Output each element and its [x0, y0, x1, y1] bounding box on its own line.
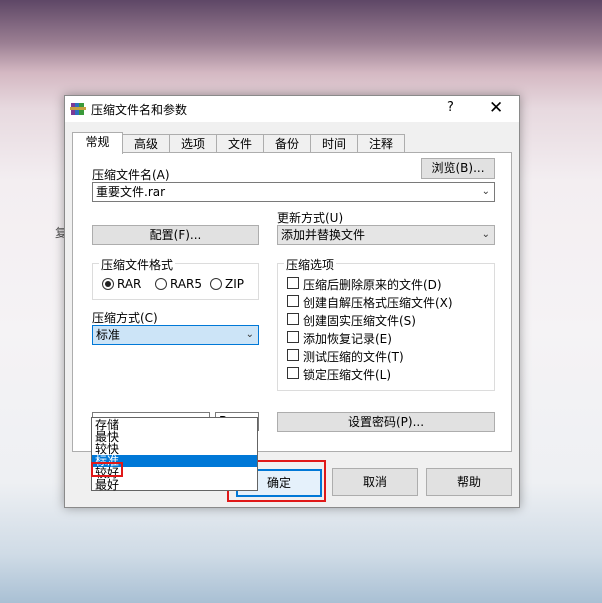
option-sfx-checkbox[interactable]	[287, 295, 299, 307]
radio-rar[interactable]	[102, 278, 114, 290]
method-select[interactable]: 标准 ⌄	[92, 325, 259, 345]
tab-advanced[interactable]: 高级	[122, 134, 170, 153]
option-recovery-checkbox[interactable]	[287, 331, 299, 343]
tab-comment[interactable]: 注释	[357, 134, 405, 153]
set-password-button[interactable]: 设置密码(P)...	[277, 412, 495, 432]
help-button[interactable]: 帮助	[426, 468, 512, 496]
option-delete-checkbox[interactable]	[287, 277, 299, 289]
general-panel: 压缩文件名(A) 浏览(B)... 重要文件.rar ⌄ 更新方式(U) 配置(…	[72, 152, 512, 452]
update-mode-select[interactable]: 添加并替换文件 ⌄	[277, 225, 495, 245]
tab-backup[interactable]: 备份	[263, 134, 311, 153]
fastest-highlight-annotation	[91, 462, 123, 477]
update-mode-label: 更新方式(U)	[277, 211, 344, 225]
chevron-down-icon[interactable]: ⌄	[246, 326, 254, 344]
title-bar[interactable]: 压缩文件名和参数 ? ✕	[65, 96, 519, 122]
option-lock-checkbox[interactable]	[287, 367, 299, 379]
chevron-down-icon[interactable]: ⌄	[482, 226, 490, 244]
radio-rar5[interactable]	[155, 278, 167, 290]
help-icon[interactable]: ?	[447, 100, 454, 115]
format-group-title: 压缩文件格式	[99, 256, 176, 273]
window-title: 压缩文件名和参数	[91, 103, 188, 117]
cancel-button[interactable]: 取消	[332, 468, 418, 496]
archive-name-value: 重要文件.rar	[96, 185, 166, 199]
option-lock-label: 锁定压缩文件(L)	[303, 368, 392, 382]
option-recovery-label: 添加恢复记录(E)	[303, 332, 392, 346]
winrar-books-icon	[70, 103, 86, 115]
tab-options[interactable]: 选项	[169, 134, 217, 153]
method-dropdown-list: 存储 最快 较快 标准 较好 最好	[91, 417, 258, 491]
option-solid-label: 创建固实压缩文件(S)	[303, 314, 416, 328]
browse-button[interactable]: 浏览(B)...	[421, 158, 495, 179]
options-group-title: 压缩选项	[284, 256, 337, 273]
radio-rar5-label: RAR5	[170, 277, 203, 291]
method-label: 压缩方式(C)	[92, 311, 158, 325]
option-solid-checkbox[interactable]	[287, 313, 299, 325]
archive-dialog: 压缩文件名和参数 ? ✕ 常规 高级 选项 文件 备份 时间 注释 压缩文件名(…	[64, 95, 520, 508]
option-test-label: 测试压缩的文件(T)	[303, 350, 404, 364]
update-mode-value: 添加并替换文件	[281, 228, 366, 242]
option-delete-label: 压缩后删除原来的文件(D)	[303, 278, 442, 292]
archive-name-input[interactable]: 重要文件.rar ⌄	[92, 182, 495, 202]
profile-button[interactable]: 配置(F)...	[92, 225, 259, 245]
radio-zip-label: ZIP	[225, 277, 244, 291]
tab-time[interactable]: 时间	[310, 134, 358, 153]
chevron-down-icon[interactable]: ⌄	[482, 183, 490, 201]
radio-zip[interactable]	[210, 278, 222, 290]
tab-general[interactable]: 常规	[72, 132, 123, 154]
archive-name-label: 压缩文件名(A)	[92, 168, 170, 182]
option-sfx-label: 创建自解压格式压缩文件(X)	[303, 296, 453, 310]
tab-files[interactable]: 文件	[216, 134, 264, 153]
options-group: 压缩选项 压缩后删除原来的文件(D) 创建自解压格式压缩文件(X) 创建固实压缩…	[277, 256, 495, 391]
radio-rar-label: RAR	[117, 277, 142, 291]
method-option-best[interactable]: 最好	[92, 479, 257, 491]
option-test-checkbox[interactable]	[287, 349, 299, 361]
close-icon[interactable]: ✕	[489, 98, 503, 118]
format-group: 压缩文件格式 RAR RAR5 ZIP	[92, 256, 259, 300]
method-value: 标准	[96, 328, 121, 342]
